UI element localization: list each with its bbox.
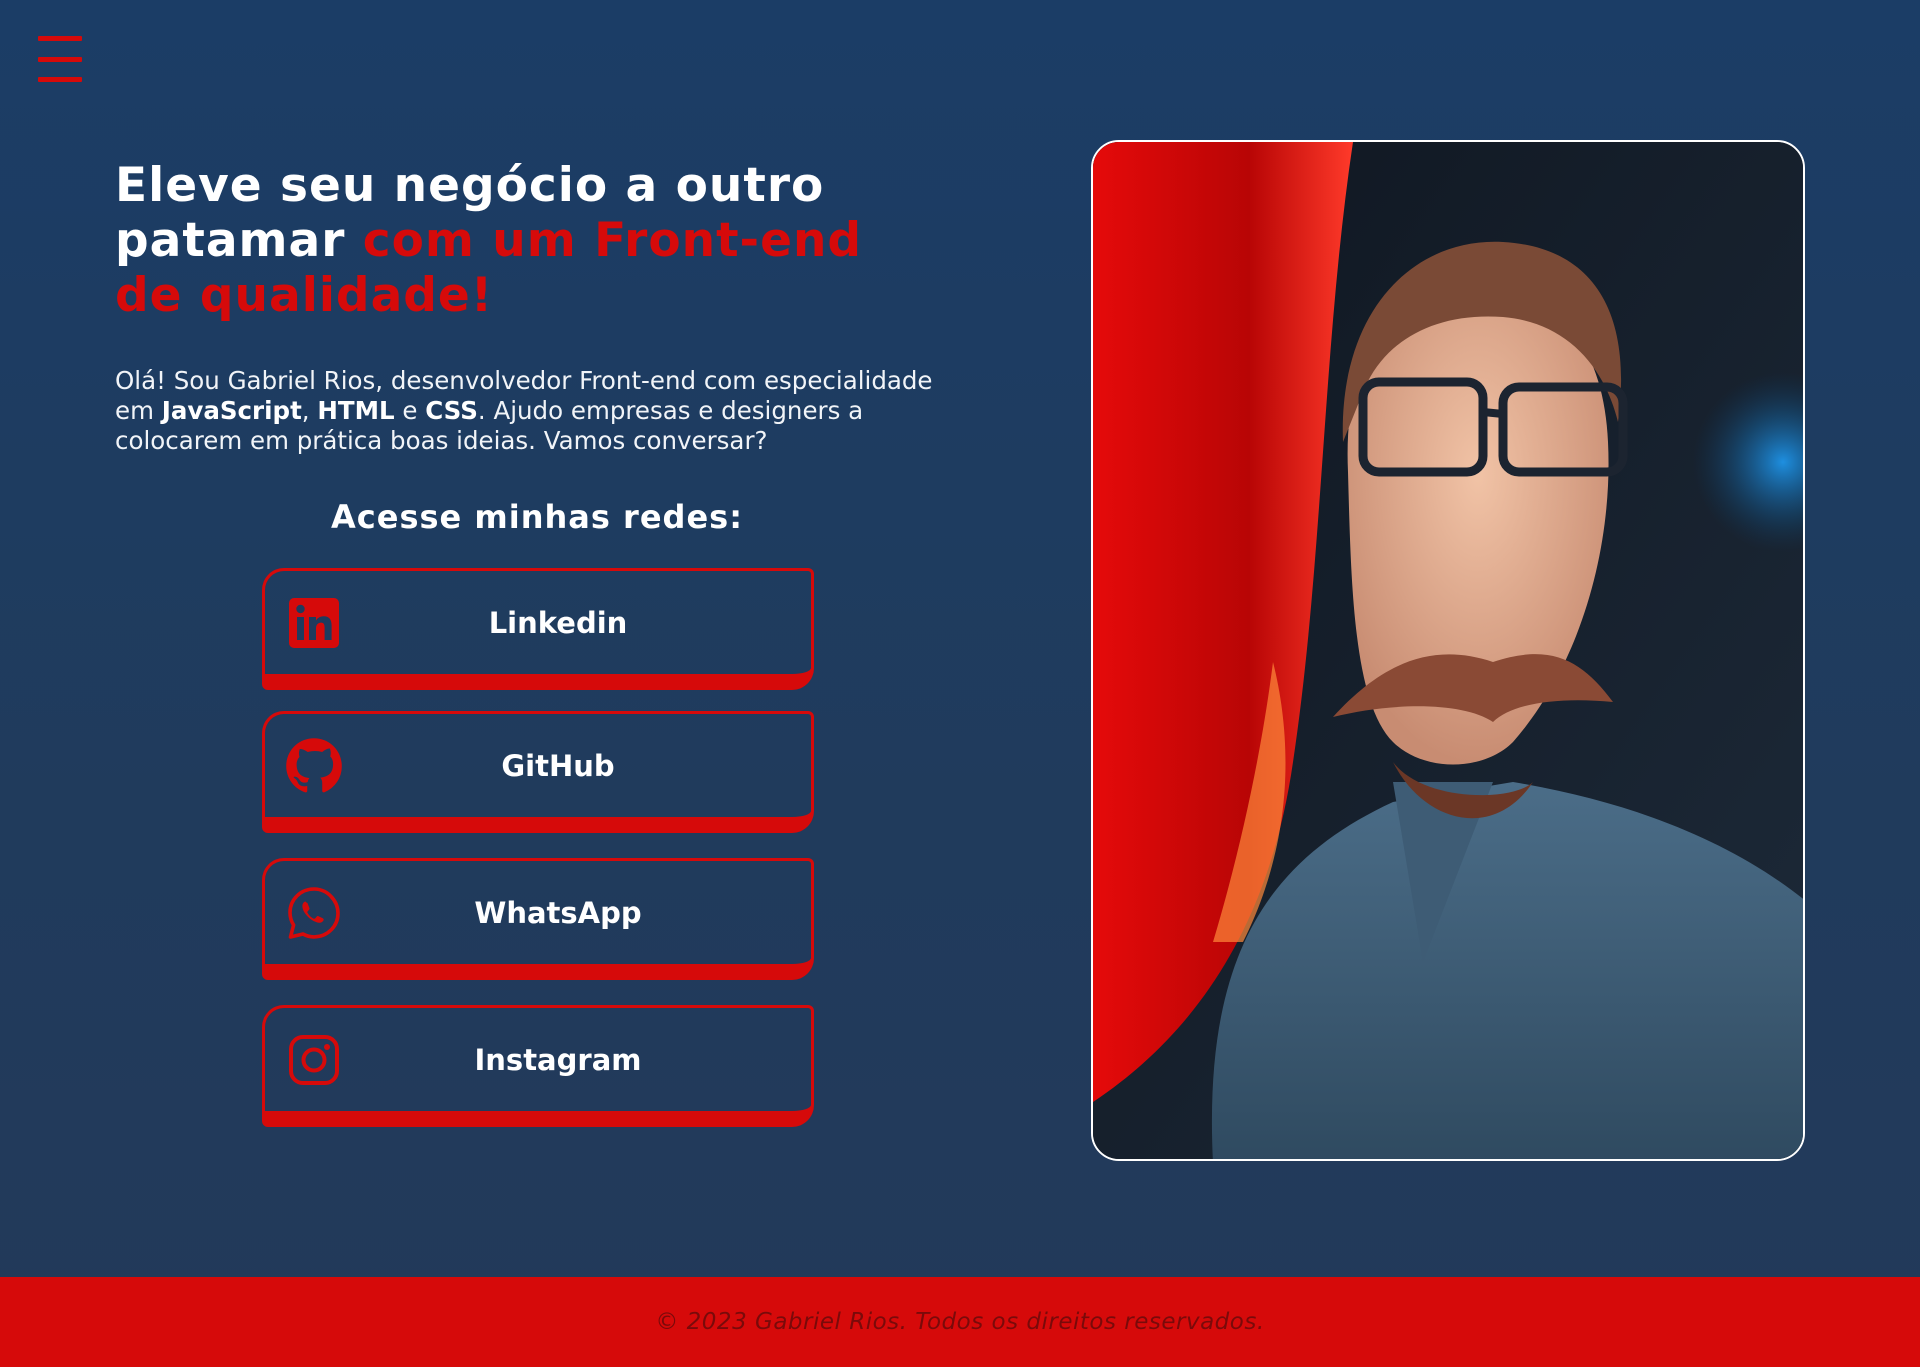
hero-title-line1: Eleve seu negócio a outro: [115, 158, 825, 213]
hero-title-accent1: com um Front-end: [362, 213, 863, 268]
intro-javascript: JavaScript: [161, 396, 302, 425]
menu-bar-top: [38, 36, 82, 41]
footer: © 2023 Gabriel Rios. Todos os direitos r…: [0, 1277, 1920, 1367]
github-icon: [285, 737, 343, 795]
menu-bar-middle: [38, 56, 82, 62]
linkedin-button[interactable]: Linkedin: [262, 568, 814, 690]
whatsapp-icon: [285, 884, 343, 942]
networks-title: Acesse minhas redes:: [331, 498, 743, 536]
intro-html: HTML: [317, 396, 395, 425]
profile-photo: [1091, 140, 1805, 1161]
whatsapp-button[interactable]: WhatsApp: [262, 858, 814, 980]
intro-line2-end: . Ajudo empresas e designers a: [477, 396, 864, 425]
intro-and: e: [394, 396, 426, 425]
whatsapp-label: WhatsApp: [474, 895, 642, 930]
instagram-icon: [285, 1031, 343, 1089]
github-button[interactable]: GitHub: [262, 711, 814, 833]
intro-line3: colocarem em prática boas ideias. Vamos …: [115, 426, 768, 455]
github-label: GitHub: [501, 748, 615, 783]
hero-title-accent2: de qualidade!: [115, 268, 494, 323]
linkedin-label: Linkedin: [488, 605, 628, 640]
instagram-button[interactable]: Instagram: [262, 1005, 814, 1127]
linkedin-icon: [285, 594, 343, 652]
instagram-label: Instagram: [474, 1042, 642, 1077]
hero-title: Eleve seu negócio a outro patamar com um…: [115, 158, 975, 323]
intro-comma: ,: [301, 396, 318, 425]
menu-bar-bottom: [38, 77, 82, 82]
hero-title-line2: patamar: [115, 213, 363, 268]
intro-line1: Olá! Sou Gabriel Rios, desenvolvedor Fro…: [115, 366, 933, 395]
intro-line2-start: em: [115, 396, 162, 425]
intro-css: CSS: [425, 396, 478, 425]
footer-copyright: © 2023 Gabriel Rios. Todos os direitos r…: [655, 1309, 1265, 1335]
hero-intro: Olá! Sou Gabriel Rios, desenvolvedor Fro…: [115, 366, 965, 456]
hamburger-menu-icon[interactable]: [38, 36, 82, 82]
